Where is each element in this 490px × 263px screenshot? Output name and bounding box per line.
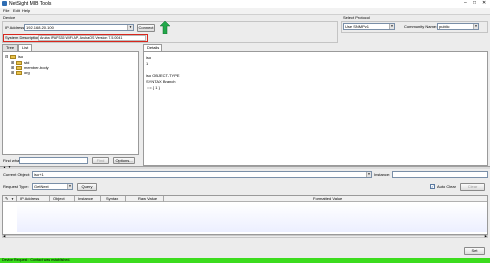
column-header[interactable]: Object: [53, 196, 65, 202]
column-header[interactable]: Formatted Value: [313, 196, 342, 202]
community-name-select[interactable]: public ▼: [437, 23, 479, 30]
collapse-icon[interactable]: ⊟: [5, 54, 8, 60]
go-arrow-icon[interactable]: [159, 20, 171, 35]
tree-node-label: org: [24, 70, 30, 75]
current-object-combo[interactable]: iso+1 ▼: [32, 171, 372, 178]
collapse-up-icon[interactable]: ▲: [3, 166, 6, 169]
community-name-label: Community Name:: [404, 24, 438, 29]
find-button[interactable]: Find: [92, 157, 109, 164]
maximize-button[interactable]: □: [473, 0, 476, 6]
details-line: 1: [146, 61, 149, 66]
auto-clear-checkbox[interactable]: ✓: [430, 184, 435, 189]
column-divider: [125, 196, 126, 202]
menu-edit[interactable]: Edit: [13, 8, 20, 14]
set-button[interactable]: Set: [464, 247, 485, 255]
query-button[interactable]: Query: [77, 183, 97, 191]
folder-icon: [16, 71, 22, 75]
chevron-down-icon[interactable]: ▼: [366, 172, 371, 177]
connect-button[interactable]: Connect: [137, 24, 155, 32]
system-description-field[interactable]: Aruba IPAP335 WiFi AP, ArubaOS Version 7…: [38, 35, 146, 41]
column-header[interactable]: Instance: [78, 196, 93, 202]
horizontal-scrollbar[interactable]: ◀ ▶: [2, 234, 488, 238]
title-bar: NetSight MIB Tools – □ ✕: [0, 0, 490, 8]
chevron-down-icon[interactable]: ▼: [389, 24, 394, 29]
current-object-value: iso+1: [34, 172, 44, 177]
tab-details[interactable]: Details: [143, 44, 162, 51]
results-table[interactable]: ✎ ▼ IP Address Object Instance Syntax Ra…: [2, 195, 488, 235]
tree-node-org[interactable]: ⊞ org: [11, 70, 51, 76]
status-col-icon: ✎: [5, 196, 9, 201]
scroll-right-icon[interactable]: ▶: [485, 234, 487, 238]
menu-file[interactable]: File: [3, 8, 9, 14]
column-divider: [49, 196, 50, 202]
request-type-select[interactable]: GetNext ▼: [32, 183, 73, 190]
ip-address-value: 192.168.20.100: [26, 25, 54, 30]
chevron-down-icon[interactable]: ▼: [127, 25, 133, 30]
column-divider: [100, 196, 101, 202]
folder-icon: [10, 55, 16, 59]
ip-address-label: IP Address:: [5, 25, 26, 30]
clear-button[interactable]: Clear: [460, 183, 485, 191]
minimize-button[interactable]: –: [464, 0, 467, 6]
options-button[interactable]: Options...: [113, 157, 135, 164]
scroll-left-icon[interactable]: ◀: [3, 234, 5, 238]
auto-clear-label: Auto Clear: [437, 184, 456, 189]
results-header: ✎ ▼ IP Address Object Instance Syntax Ra…: [3, 196, 487, 202]
status-bar: Device Request : Contact was established…: [0, 258, 490, 263]
chevron-down-icon[interactable]: ▼: [67, 184, 72, 189]
community-name-value: public: [439, 24, 450, 29]
details-line: ::= { 1 }: [146, 85, 160, 90]
system-description-value: Aruba IPAP335 WiFi AP, ArubaOS Version 7…: [40, 36, 123, 40]
column-header[interactable]: IP Address: [20, 196, 39, 202]
system-description-row: System Description: Aruba IPAP335 WiFi A…: [3, 34, 148, 42]
mib-tree-panel[interactable]: ⊟ iso ⊞ std ⊞ member-body ⊞ org: [2, 51, 139, 155]
details-panel: iso 1 iso OBJECT-TYPE SYNTAX Branch ::= …: [143, 51, 488, 166]
menu-help[interactable]: Help: [22, 8, 30, 14]
ip-address-combo[interactable]: 192.168.20.100 ▼: [24, 24, 134, 31]
column-divider: [74, 196, 75, 202]
app-icon: [2, 1, 7, 6]
column-divider: [16, 196, 17, 202]
protocol-value: Use SNMPv1: [345, 24, 370, 29]
window-title: NetSight MIB Tools: [9, 1, 52, 7]
column-header[interactable]: Syntax: [106, 196, 118, 202]
expand-icon[interactable]: ⊞: [11, 70, 14, 76]
system-description-label: System Description:: [5, 35, 41, 40]
close-button[interactable]: ✕: [482, 0, 486, 6]
chevron-down-icon[interactable]: ▼: [473, 24, 478, 29]
current-object-label: Current Object:: [3, 172, 31, 177]
find-input[interactable]: [19, 157, 88, 164]
request-type-value: GetNext: [34, 184, 49, 189]
instance-input[interactable]: [392, 171, 488, 178]
protocol-select[interactable]: Use SNMPv1 ▼: [343, 23, 395, 30]
collapse-down-icon[interactable]: ▼: [8, 166, 11, 169]
results-body: [17, 203, 487, 232]
instance-label: Instance:: [374, 172, 391, 177]
column-header[interactable]: Raw Value: [138, 196, 157, 202]
tab-tree[interactable]: Tree: [2, 44, 18, 51]
request-type-label: Request Type:: [3, 184, 29, 189]
tab-list[interactable]: List: [18, 44, 32, 51]
sort-indicator-icon[interactable]: ▼: [11, 196, 14, 202]
status-text: Device Request : Contact was established…: [2, 258, 71, 262]
column-divider: [163, 196, 164, 202]
splitter[interactable]: ▲ ▼: [0, 166, 490, 169]
menu-bar: File Edit Help: [0, 8, 490, 15]
